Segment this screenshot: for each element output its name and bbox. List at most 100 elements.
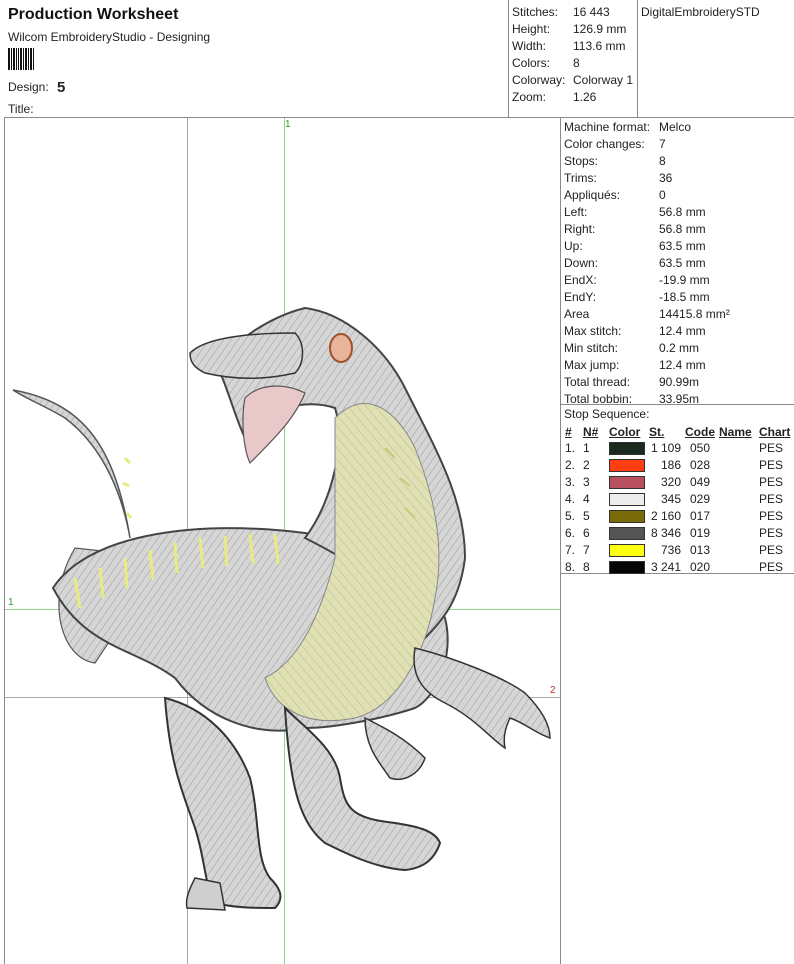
stop-chart: PES [759, 559, 784, 574]
stop-row: 2. 2 186 028 PES [563, 456, 792, 473]
detail-label: Up: [564, 239, 583, 253]
detail-label: Max jump: [564, 358, 620, 372]
col-header-stitches: St. [649, 424, 665, 439]
stop-code: 028 [689, 457, 711, 472]
canvas-right-border [560, 117, 561, 964]
col-header-needle: N# [583, 424, 599, 439]
stop-stitches: 8 346 [650, 525, 681, 540]
stop-chart: PES [759, 542, 784, 557]
summary-value: 8 [573, 56, 580, 70]
stop-code: 029 [689, 491, 711, 506]
summary-value: 126.9 mm [573, 22, 627, 36]
detail-label: Appliqués: [564, 188, 621, 202]
barcode-icon [8, 48, 34, 70]
stop-sequence-title: Stop Sequence: [564, 407, 650, 421]
stop-needle: 7 [583, 542, 590, 557]
stop-code: 020 [689, 559, 711, 574]
stop-row: 7. 7 736 013 PES [563, 541, 792, 558]
stop-code: 050 [689, 440, 711, 455]
color-swatch [609, 526, 645, 540]
detail-label: EndX: [564, 273, 597, 287]
stop-color-swatch [607, 439, 647, 456]
detail-label: Stops: [564, 154, 599, 168]
detail-value: 90.99m [659, 375, 700, 389]
stop-needle: 8 [583, 559, 590, 574]
summary-label: Height: [512, 22, 551, 36]
detail-label: Down: [564, 256, 599, 270]
detail-value: 33.95m [659, 392, 700, 406]
detail-value: 0 [659, 188, 666, 202]
detail-value: -18.5 mm [659, 290, 710, 304]
stop-chart: PES [759, 474, 784, 489]
color-swatch [609, 543, 645, 557]
app-subtitle: Wilcom EmbroideryStudio - Designing [8, 30, 211, 44]
header-divider-2 [637, 0, 638, 117]
detail-label: Left: [564, 205, 588, 219]
design-label: Design: [8, 80, 49, 94]
detail-value: 14415.8 mm² [659, 307, 730, 321]
stop-stitches: 320 [660, 474, 681, 489]
raptor-artwork [12, 306, 551, 911]
detail-value: 12.4 mm [659, 358, 706, 372]
title-label: Title: [8, 102, 34, 116]
detail-label: Area [564, 307, 590, 321]
stop-stitches: 345 [660, 491, 681, 506]
stop-index: 8. [565, 559, 576, 574]
detail-value: Melco [659, 120, 692, 134]
detail-label: Max stitch: [564, 324, 622, 338]
header-divider-1 [508, 0, 509, 117]
stop-index: 4. [565, 491, 576, 506]
detail-label: Total bobbin: [564, 392, 633, 406]
stop-code: 019 [689, 525, 711, 540]
summary-label: Stitches: [512, 5, 559, 19]
stop-needle: 1 [583, 440, 590, 455]
color-swatch [609, 509, 645, 523]
stop-code: 049 [689, 474, 711, 489]
stop-index: 1. [565, 440, 576, 455]
stop-color-swatch [607, 473, 647, 490]
stop-color-swatch [607, 456, 647, 473]
stop-index: 6. [565, 525, 576, 540]
detail-value: 56.8 mm [659, 205, 706, 219]
summary-value: Colorway 1 [573, 73, 634, 87]
detail-label: Machine format: [564, 120, 651, 134]
stop-needle: 5 [583, 508, 590, 523]
detail-label: Trims: [564, 171, 597, 185]
stop-sequence-header: # N# Color St. Code Name Chart [563, 424, 792, 439]
stop-sequence-table: # N# Color St. Code Name Chart 1. 1 1 109 0… [563, 424, 792, 575]
brand-name: DigitalEmbroiderySTD [641, 5, 760, 19]
detail-value: -19.9 mm [659, 273, 710, 287]
stop-index: 2. [565, 457, 576, 472]
col-header-chart: Chart [759, 424, 791, 439]
stop-row: 6. 6 8 346 019 PES [563, 524, 792, 541]
stop-stitches: 736 [660, 542, 681, 557]
design-value: 5 [57, 79, 66, 96]
stop-chart: PES [759, 491, 784, 506]
stop-stitches: 186 [660, 457, 681, 472]
stop-index: 3. [565, 474, 576, 489]
stop-color-swatch [607, 558, 647, 575]
embroidery-design-canvas[interactable] [5, 118, 560, 964]
stop-row: 1. 1 1 109 050 PES [563, 439, 792, 456]
stop-name [717, 507, 757, 524]
stop-name [717, 456, 757, 473]
col-header-code: Code [685, 424, 715, 439]
stop-row: 3. 3 320 049 PES [563, 473, 792, 490]
stop-chart: PES [759, 508, 784, 523]
stop-name [717, 473, 757, 490]
summary-value: 1.26 [573, 90, 597, 104]
stop-color-swatch [607, 541, 647, 558]
stop-chart: PES [759, 457, 784, 472]
stop-stitches: 1 109 [650, 440, 681, 455]
summary-value: 16 443 [573, 5, 610, 19]
detail-value: 7 [659, 137, 666, 151]
stop-stitches: 2 160 [650, 508, 681, 523]
stop-row: 5. 5 2 160 017 PES [563, 507, 792, 524]
stop-code: 013 [689, 542, 711, 557]
detail-label: Min stitch: [564, 341, 619, 355]
col-header-name: Name [719, 424, 752, 439]
summary-label: Zoom: [512, 90, 547, 104]
color-swatch [609, 492, 645, 506]
stop-needle: 4 [583, 491, 590, 506]
stop-name [717, 490, 757, 507]
